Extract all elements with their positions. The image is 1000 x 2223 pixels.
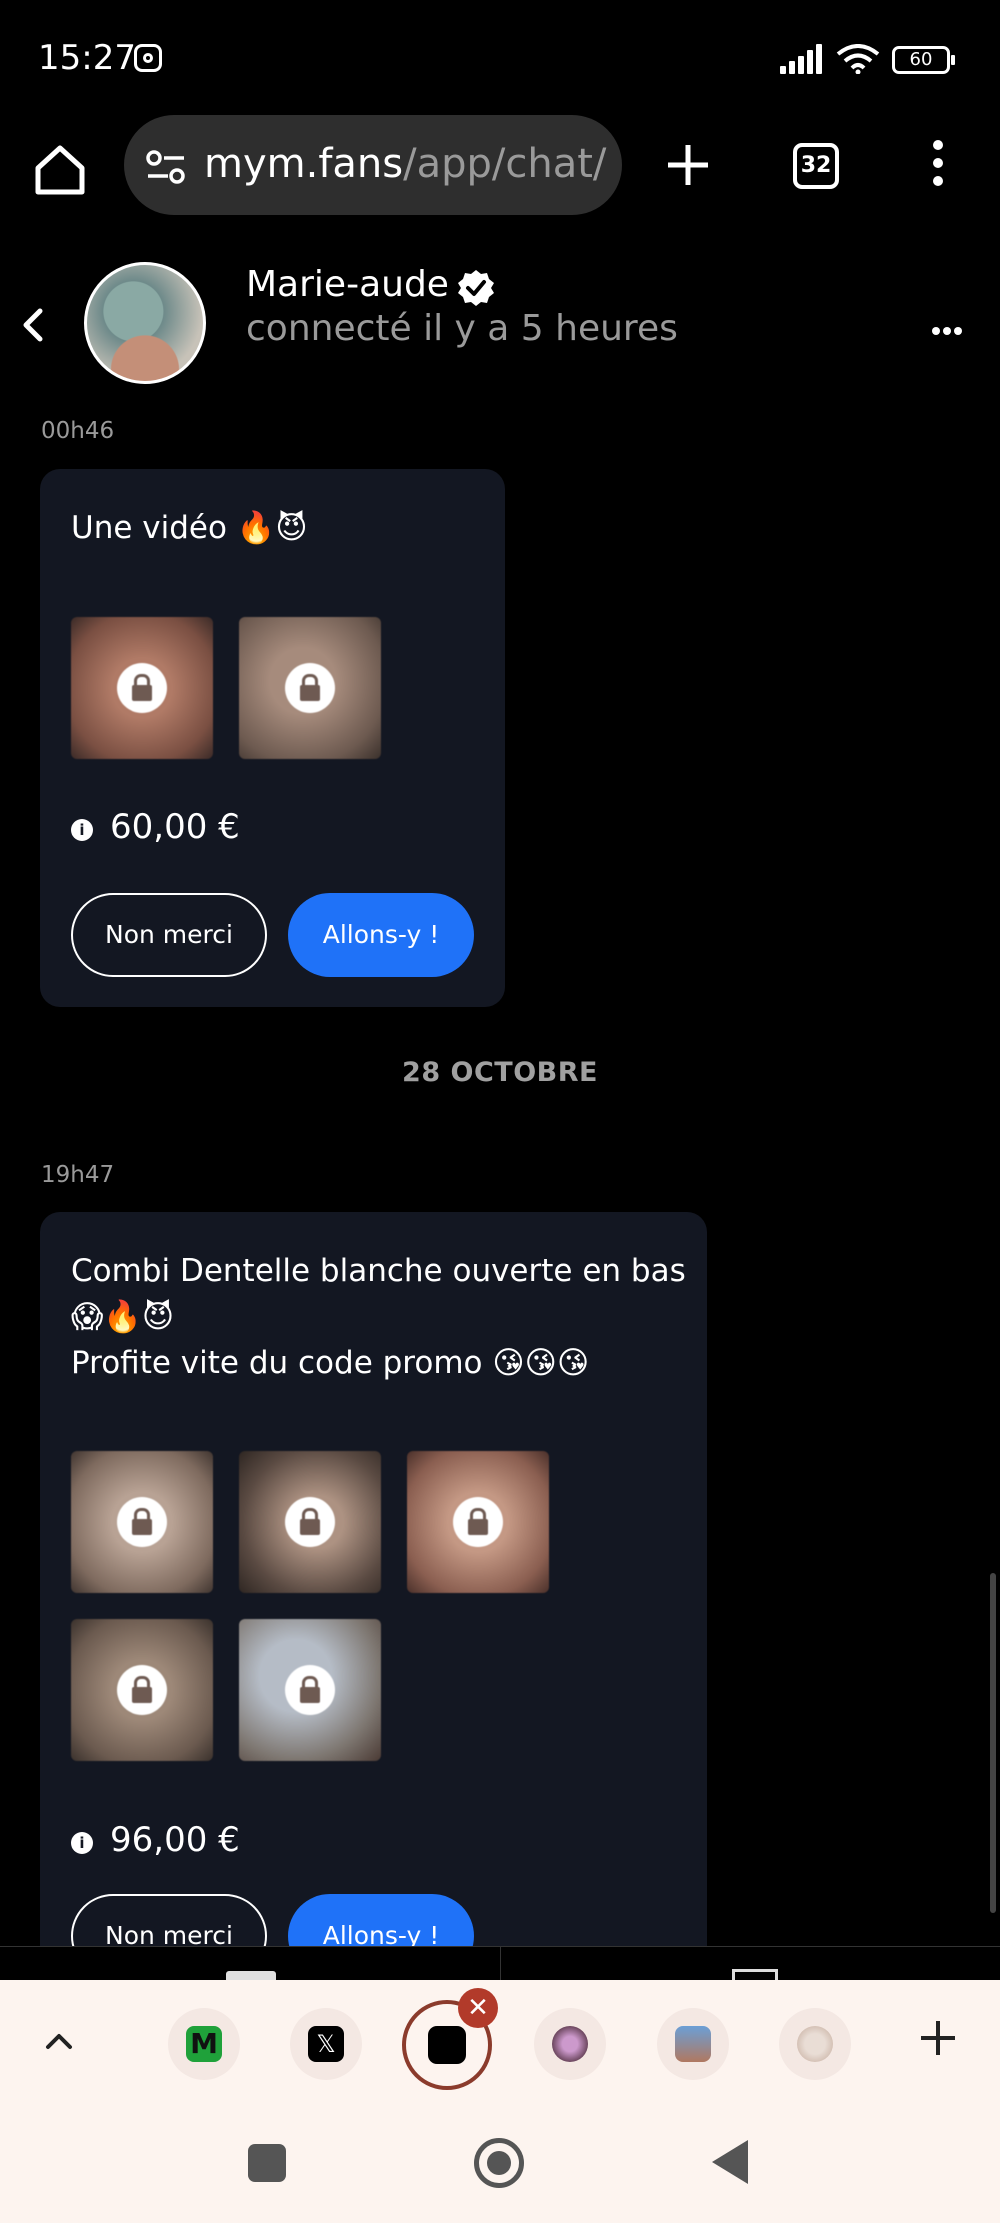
app-icon-5[interactable] bbox=[657, 2008, 729, 2080]
system-navigation-bar bbox=[0, 2106, 1000, 2223]
info-icon[interactable]: i bbox=[71, 1832, 93, 1854]
lock-icon bbox=[285, 663, 335, 713]
message-bubble: Une vidéo 🔥😈 i 60,00 € Non merci Allons-… bbox=[40, 469, 505, 1007]
tab-switcher-button[interactable]: 32 bbox=[793, 143, 839, 189]
locked-media-thumbnail[interactable] bbox=[71, 1451, 213, 1593]
instagram-notification-icon bbox=[134, 44, 162, 72]
tab-strip bbox=[0, 1946, 1000, 1981]
url-host: mym.fans bbox=[204, 141, 404, 187]
site-settings-icon[interactable] bbox=[144, 147, 188, 187]
tab-divider bbox=[500, 1947, 501, 1981]
add-icon[interactable] bbox=[918, 2018, 958, 2058]
status-time: 15:27 bbox=[38, 38, 136, 78]
lock-icon bbox=[117, 1497, 167, 1547]
info-icon[interactable]: i bbox=[71, 819, 93, 841]
chevron-up-icon[interactable] bbox=[44, 2026, 74, 2056]
locked-media-thumbnail[interactable] bbox=[239, 1619, 381, 1761]
more-options-icon[interactable] bbox=[932, 320, 966, 335]
recent-apps-icon[interactable] bbox=[248, 2144, 286, 2182]
message-timestamp: 00h46 bbox=[41, 418, 115, 444]
status-bar: 15:27 60 bbox=[0, 0, 1000, 118]
app-icon-4[interactable] bbox=[534, 2008, 606, 2080]
contact-name[interactable]: Marie-aude bbox=[246, 264, 449, 305]
avatar[interactable] bbox=[84, 262, 206, 384]
back-icon[interactable] bbox=[712, 2140, 748, 2184]
app-icon-6[interactable] bbox=[779, 2008, 851, 2080]
lock-icon bbox=[117, 663, 167, 713]
signal-icon bbox=[780, 44, 824, 74]
lock-icon bbox=[285, 1497, 335, 1547]
accept-button[interactable]: Allons-y ! bbox=[288, 893, 474, 977]
message-timestamp: 19h47 bbox=[41, 1162, 115, 1188]
lock-icon bbox=[453, 1497, 503, 1547]
message-bubble: Combi Dentelle blanche ouverte en bas 😱🔥… bbox=[40, 1212, 707, 1978]
browser-toolbar: mym.fans/app/chat/2 32 bbox=[0, 110, 1000, 220]
chat-header: Marie-aude connecté il y a 5 heures bbox=[0, 250, 1000, 400]
m-app-icon[interactable]: M bbox=[168, 2008, 240, 2080]
back-arrow-icon[interactable] bbox=[18, 305, 48, 345]
message-text: Une vidéo 🔥😈 bbox=[71, 510, 308, 546]
lock-icon bbox=[285, 1665, 335, 1715]
scrollbar[interactable] bbox=[990, 1573, 996, 1913]
price-label: 96,00 € bbox=[110, 1820, 240, 1860]
decline-button[interactable]: Non merci bbox=[71, 893, 267, 977]
message-text-line: Profite vite du code promo 😘😘😘 bbox=[71, 1345, 590, 1381]
url-text: mym.fans/app/chat/2 bbox=[204, 141, 609, 187]
lock-icon bbox=[117, 1665, 167, 1715]
locked-media-thumbnail[interactable] bbox=[71, 617, 213, 759]
battery-indicator: 60 bbox=[892, 46, 955, 74]
wifi-icon bbox=[836, 44, 880, 74]
locked-media-thumbnail[interactable] bbox=[71, 1619, 213, 1761]
price-label: 60,00 € bbox=[110, 807, 240, 847]
url-path: /app/chat/2 bbox=[403, 141, 609, 187]
message-text-line: 😱🔥😈 bbox=[71, 1299, 175, 1335]
overflow-menu-icon[interactable] bbox=[928, 140, 948, 190]
message-text-line: Combi Dentelle blanche ouverte en bas bbox=[71, 1253, 686, 1289]
home-button-icon[interactable] bbox=[474, 2138, 524, 2188]
locked-media-thumbnail[interactable] bbox=[407, 1451, 549, 1593]
app-dock: M 𝕏 ✕ bbox=[0, 1980, 1000, 2106]
locked-media-thumbnail[interactable] bbox=[239, 617, 381, 759]
x-app-icon[interactable]: 𝕏 bbox=[290, 2008, 362, 2080]
locked-media-thumbnail[interactable] bbox=[239, 1451, 381, 1593]
address-bar[interactable]: mym.fans/app/chat/2 bbox=[124, 115, 622, 215]
close-icon[interactable]: ✕ bbox=[458, 1988, 498, 2028]
verified-badge-icon bbox=[458, 270, 494, 306]
date-separator: 28 OCTOBRE bbox=[402, 1057, 598, 1088]
contact-status: connecté il y a 5 heures bbox=[246, 308, 678, 349]
new-tab-icon[interactable] bbox=[663, 140, 713, 190]
home-icon[interactable] bbox=[30, 140, 90, 200]
